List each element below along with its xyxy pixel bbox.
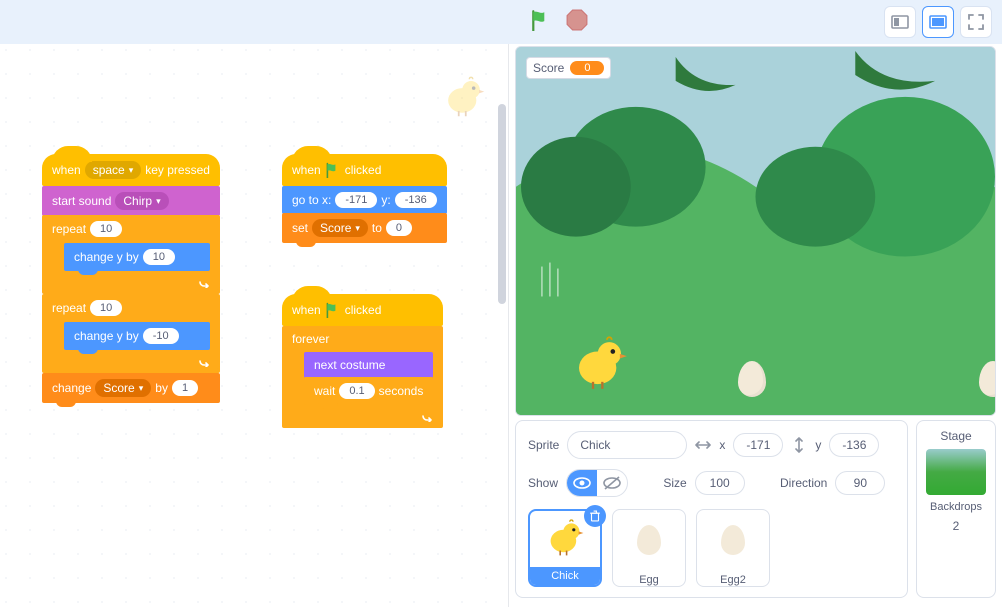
sprite-card-egg2[interactable]: Egg2 (696, 509, 770, 587)
variable-dropdown[interactable]: Score (95, 379, 151, 397)
sprite-card-egg[interactable]: Egg (612, 509, 686, 587)
block-text: by (155, 381, 168, 395)
backdrops-count: 2 (953, 519, 960, 533)
script-stack-2[interactable]: when clicked go to x: -171 y: -136 set S… (282, 154, 447, 242)
script-stack-3[interactable]: when clicked forever next costume wait 0… (282, 294, 443, 428)
change-variable-block[interactable]: change Score by 1 (42, 373, 220, 403)
x-input[interactable]: -171 (335, 192, 377, 208)
block-text: seconds (379, 384, 424, 398)
sprite-name: Egg (639, 574, 659, 586)
repeat-count-input[interactable]: 10 (90, 300, 122, 316)
block-text: change y by (74, 250, 139, 264)
hide-button[interactable] (597, 470, 627, 496)
small-stage-button[interactable] (884, 6, 916, 38)
key-dropdown[interactable]: space (85, 161, 142, 179)
next-costume-block[interactable]: next costume (304, 352, 433, 378)
x-icon (695, 437, 711, 453)
block-text: wait (314, 384, 335, 398)
sprite-card-chick[interactable]: Chick (528, 509, 602, 587)
block-text: when (292, 163, 321, 177)
stage-thumbnail[interactable] (926, 449, 986, 495)
visibility-toggle (566, 469, 628, 497)
flag-icon (325, 302, 341, 318)
start-sound-block[interactable]: start sound Chirp (42, 186, 220, 216)
sprite-info-panel: Sprite Chick x -171 y -136 Show (515, 420, 908, 598)
variable-dropdown[interactable]: Score (312, 219, 368, 237)
block-text: clicked (345, 303, 382, 317)
change-by-input[interactable]: 1 (172, 380, 198, 396)
when-flag-clicked-block[interactable]: when clicked (282, 154, 447, 186)
block-text: y: (381, 193, 390, 207)
block-text: clicked (345, 163, 382, 177)
when-key-pressed-block[interactable]: when space key pressed (42, 154, 220, 186)
block-text: set (292, 221, 308, 235)
wait-block[interactable]: wait 0.1 seconds (304, 377, 433, 405)
change-y-block[interactable]: change y by 10 (64, 243, 210, 271)
when-flag-clicked-block[interactable]: when clicked (282, 294, 443, 326)
stage-title: Stage (940, 429, 971, 443)
block-text: repeat (52, 222, 86, 236)
block-text: forever (292, 332, 329, 346)
script-area[interactable]: when space key pressed start sound Chirp… (0, 44, 509, 607)
direction-input[interactable]: 90 (835, 471, 885, 495)
block-text: start sound (52, 194, 111, 208)
sprite-name-input[interactable]: Chick (567, 431, 687, 459)
x-input[interactable]: -171 (733, 433, 783, 457)
sprite-name: Chick (530, 567, 600, 585)
delete-sprite-button[interactable] (584, 505, 606, 527)
size-input[interactable]: 100 (695, 471, 745, 495)
backdrops-label: Backdrops (930, 501, 982, 513)
block-text: repeat (52, 301, 86, 315)
block-text: change (52, 381, 91, 395)
variable-name: Score (533, 61, 564, 75)
block-text: to (372, 221, 382, 235)
right-column: Score 0 Sprite Chick x -171 y -136 (509, 44, 1002, 607)
script-stack-1[interactable]: when space key pressed start sound Chirp… (42, 154, 220, 402)
goto-xy-block[interactable]: go to x: -171 y: -136 (282, 186, 447, 214)
sprite-watermark-icon (442, 74, 486, 123)
scrollbar[interactable] (498, 104, 506, 304)
sound-dropdown[interactable]: Chirp (115, 192, 168, 210)
stage-panel: Stage Backdrops 2 (916, 420, 996, 598)
variable-monitor[interactable]: Score 0 (526, 57, 611, 79)
wait-input[interactable]: 0.1 (339, 383, 374, 399)
x-label: x (719, 438, 725, 452)
green-flag-button[interactable] (530, 9, 552, 36)
direction-label: Direction (780, 476, 827, 490)
sprite-egg[interactable] (738, 361, 766, 397)
block-text: key pressed (145, 163, 210, 177)
sprite-label: Sprite (528, 438, 559, 452)
change-y-block[interactable]: change y by -10 (64, 322, 210, 350)
show-button[interactable] (567, 470, 597, 496)
block-text: change y by (74, 329, 139, 343)
repeat-block[interactable]: repeat 10 change y by 10 (42, 215, 220, 294)
change-y-input[interactable]: -10 (143, 328, 179, 344)
set-to-input[interactable]: 0 (386, 220, 412, 236)
fullscreen-button[interactable] (960, 6, 992, 38)
set-variable-block[interactable]: set Score to 0 (282, 213, 447, 243)
stop-button[interactable] (566, 9, 588, 36)
sprite-name: Egg2 (720, 574, 746, 586)
sprite-chick[interactable] (572, 332, 628, 397)
show-label: Show (528, 476, 558, 490)
repeat-count-input[interactable]: 10 (90, 221, 122, 237)
repeat-block[interactable]: repeat 10 change y by -10 (42, 294, 220, 373)
y-input[interactable]: -136 (395, 192, 437, 208)
sprite-list: Chick Egg Egg2 (528, 509, 895, 587)
y-label: y (815, 438, 821, 452)
block-text: go to x: (292, 193, 331, 207)
variable-value: 0 (570, 61, 604, 75)
top-bar (0, 0, 1002, 44)
block-text: when (292, 303, 321, 317)
forever-block[interactable]: forever next costume wait 0.1 seconds (282, 326, 443, 428)
large-stage-button[interactable] (922, 6, 954, 38)
change-y-input[interactable]: 10 (143, 249, 175, 265)
stage[interactable]: Score 0 (515, 46, 996, 416)
y-input[interactable]: -136 (829, 433, 879, 457)
block-text: next costume (314, 358, 385, 372)
y-icon (791, 437, 807, 453)
flag-icon (325, 162, 341, 178)
block-text: when (52, 163, 81, 177)
size-label: Size (663, 476, 686, 490)
